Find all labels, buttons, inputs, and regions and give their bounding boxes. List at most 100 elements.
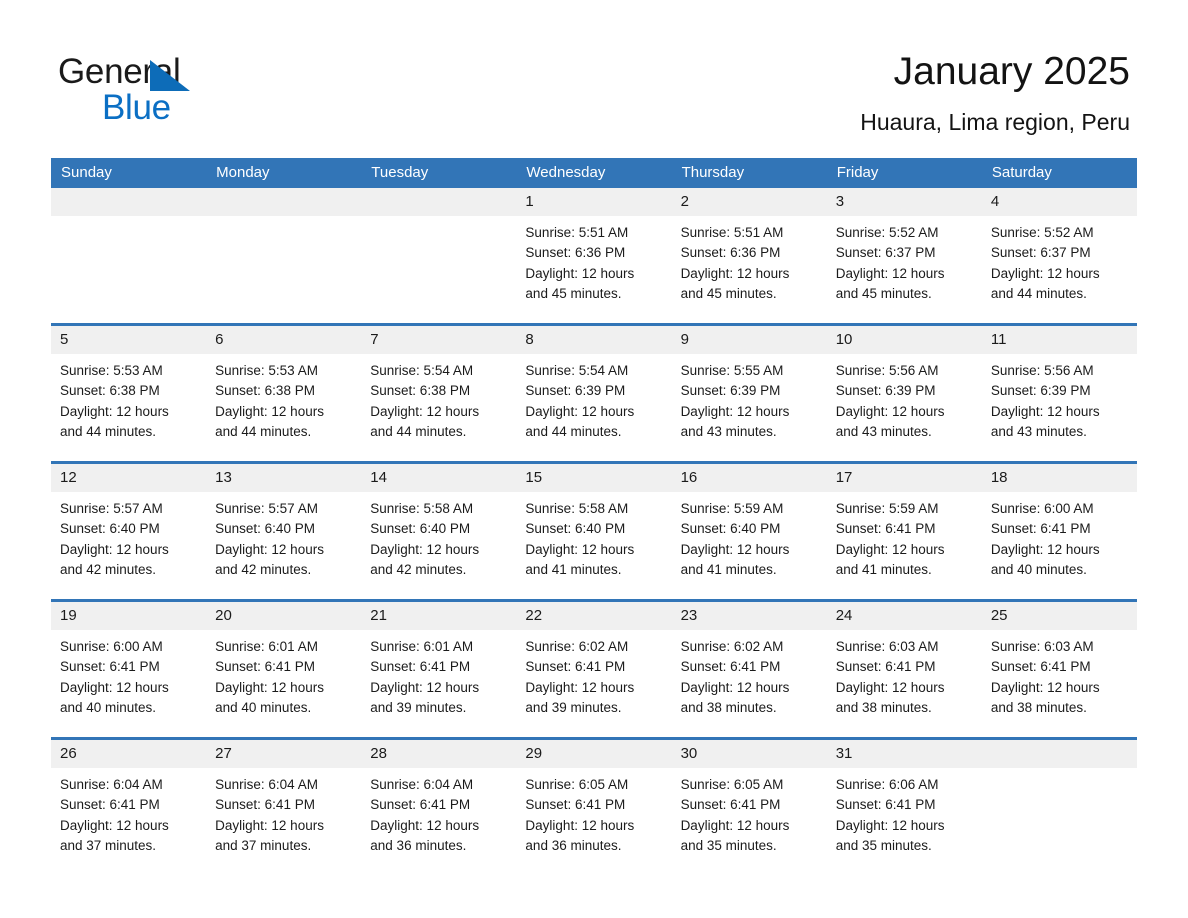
day-detail-line: Sunrise: 5:53 AM	[215, 363, 318, 378]
day-detail-line: Daylight: 12 hours	[680, 679, 790, 695]
weekday-header-sunday: Sunday	[61, 164, 112, 181]
day-cell[interactable]: 1 Sunrise: 5:51 AM Sunset: 6:36 PM Daylight…	[516, 188, 672, 315]
day-detail-line: Sunset: 6:39 PM	[990, 383, 1091, 399]
day-cell[interactable]: 21 Sunrise: 6:01 AM Sunset: 6:41 PM Dayligh…	[361, 602, 517, 729]
day-detail-line: Sunset: 6:36 PM	[680, 245, 781, 261]
day-cell[interactable]: 30 Sunrise: 6:05 AM Sunset: 6:41 PM Dayligh…	[671, 740, 827, 867]
day-detail-line: and 39 minutes.	[525, 699, 622, 715]
day-cell[interactable]: 29 Sunrise: 6:05 AM Sunset: 6:41 PM Dayligh…	[516, 740, 672, 867]
day-cell[interactable]: 11 Sunrise: 5:56 AM Sunset: 6:39 PM Dayligh…	[981, 326, 1137, 453]
day-number: 24	[826, 602, 982, 630]
day-number: 4	[981, 188, 1137, 216]
day-detail-line: Sunset: 6:40 PM	[370, 521, 471, 537]
day-number: 29	[516, 740, 672, 768]
day-details: Sunrise: 5:54 AM Sunset: 6:38 PM Daylight:…	[361, 354, 516, 442]
day-number: 12	[51, 464, 207, 492]
weekday-header-saturday: Saturday	[991, 164, 1052, 181]
day-cell[interactable]: 7 Sunrise: 5:54 AM Sunset: 6:38 PM Daylight…	[361, 326, 517, 453]
day-cell[interactable]: 10 Sunrise: 5:56 AM Sunset: 6:39 PM Dayligh…	[826, 326, 982, 453]
day-detail-line: Sunset: 6:41 PM	[990, 659, 1091, 675]
day-detail-line: Sunrise: 6:00 AM	[990, 501, 1094, 516]
generalblue-logo[interactable]: General Blue	[58, 52, 258, 130]
day-details: Sunrise: 6:00 AM Sunset: 6:41 PM Daylight:…	[51, 630, 206, 718]
day-cell[interactable]: 16 Sunrise: 5:59 AM Sunset: 6:40 PM Dayligh…	[671, 464, 827, 591]
day-number: 19	[51, 602, 207, 630]
day-detail-line: Daylight: 12 hours	[370, 679, 480, 695]
day-cell[interactable]: 13 Sunrise: 5:57 AM Sunset: 6:40 PM Dayligh…	[206, 464, 362, 591]
day-detail-line: Sunrise: 5:55 AM	[680, 363, 784, 378]
weekday-header-tuesday: Tuesday	[371, 164, 429, 181]
day-detail-line: Sunset: 6:41 PM	[680, 659, 781, 675]
day-details: Sunrise: 6:04 AM Sunset: 6:41 PM Daylight:…	[361, 768, 516, 856]
day-cell[interactable]: 20 Sunrise: 6:01 AM Sunset: 6:41 PM Dayligh…	[206, 602, 362, 729]
day-detail-line: Sunset: 6:40 PM	[215, 521, 315, 537]
day-cell[interactable]: 5 Sunrise: 5:53 AM Sunset: 6:38 PM Daylight…	[51, 326, 207, 453]
day-cell[interactable]: 18 Sunrise: 6:00 AM Sunset: 6:41 PM Dayligh…	[981, 464, 1137, 591]
day-cell[interactable]: 6 Sunrise: 5:53 AM Sunset: 6:38 PM Daylight…	[206, 326, 362, 453]
day-detail-line: Daylight: 12 hours	[60, 679, 169, 695]
day-details: Sunrise: 6:05 AM Sunset: 6:41 PM Daylight:…	[516, 768, 671, 856]
day-cell[interactable]: 17 Sunrise: 5:59 AM Sunset: 6:41 PM Dayligh…	[826, 464, 982, 591]
day-cell[interactable]: 27 Sunrise: 6:04 AM Sunset: 6:41 PM Dayligh…	[206, 740, 362, 867]
day-cell[interactable]: 3 Sunrise: 5:52 AM Sunset: 6:37 PM Daylight…	[826, 188, 982, 315]
day-cell[interactable]: 28 Sunrise: 6:04 AM Sunset: 6:41 PM Dayligh…	[361, 740, 517, 867]
day-number: 6	[206, 326, 362, 354]
day-details: Sunrise: 6:06 AM Sunset: 6:41 PM Daylight:…	[827, 768, 982, 856]
day-cell[interactable]: 15 Sunrise: 5:58 AM Sunset: 6:40 PM Dayligh…	[516, 464, 672, 591]
day-number: 8	[516, 326, 672, 354]
day-detail-line: Daylight: 12 hours	[370, 817, 480, 833]
day-details	[982, 768, 1137, 775]
day-detail-line: and 45 minutes.	[835, 285, 932, 301]
day-details: Sunrise: 6:02 AM Sunset: 6:41 PM Daylight:…	[672, 630, 827, 718]
day-cell[interactable]: 12 Sunrise: 5:57 AM Sunset: 6:40 PM Dayligh…	[51, 464, 207, 591]
day-detail-line: and 45 minutes.	[525, 285, 622, 301]
day-detail-line: Sunrise: 6:03 AM	[990, 639, 1094, 654]
day-cell[interactable]: 24 Sunrise: 6:03 AM Sunset: 6:41 PM Dayligh…	[826, 602, 982, 729]
day-cell[interactable]: 19 Sunrise: 6:00 AM Sunset: 6:41 PM Dayligh…	[51, 602, 207, 729]
day-detail-line: Daylight: 12 hours	[525, 403, 635, 419]
day-detail-line: Daylight: 12 hours	[680, 265, 790, 281]
day-details: Sunrise: 5:51 AM Sunset: 6:36 PM Daylight:…	[672, 216, 827, 304]
day-detail-line: Sunset: 6:41 PM	[525, 797, 626, 813]
day-cell[interactable]: 26 Sunrise: 6:04 AM Sunset: 6:41 PM Dayligh…	[51, 740, 207, 867]
day-cell[interactable]: 25 Sunrise: 6:03 AM Sunset: 6:41 PM Dayligh…	[981, 602, 1137, 729]
weekday-header-wednesday: Wednesday	[526, 164, 606, 181]
day-number: 22	[516, 602, 672, 630]
day-detail-line: Sunset: 6:41 PM	[370, 797, 471, 813]
day-cell[interactable]: 31 Sunrise: 6:06 AM Sunset: 6:41 PM Dayligh…	[826, 740, 982, 867]
day-detail-line: Sunset: 6:41 PM	[60, 659, 160, 675]
day-detail-line: Sunrise: 6:04 AM	[60, 777, 163, 792]
day-detail-line: Daylight: 12 hours	[680, 817, 790, 833]
day-detail-line: Daylight: 12 hours	[835, 541, 945, 557]
day-number	[206, 188, 362, 216]
week-cells: 19 Sunrise: 6:00 AM Sunset: 6:41 PM Dayligh…	[51, 602, 1137, 729]
day-details: Sunrise: 5:53 AM Sunset: 6:38 PM Daylight:…	[206, 354, 361, 442]
day-cell[interactable]: 23 Sunrise: 6:02 AM Sunset: 6:41 PM Dayligh…	[671, 602, 827, 729]
day-details: Sunrise: 6:04 AM Sunset: 6:41 PM Daylight:…	[51, 768, 206, 856]
day-detail-line: Sunrise: 5:53 AM	[60, 363, 163, 378]
day-detail-line: and 42 minutes.	[370, 561, 467, 577]
day-detail-line: Sunset: 6:40 PM	[525, 521, 626, 537]
day-number: 21	[361, 602, 517, 630]
day-cell[interactable]: 4 Sunrise: 5:52 AM Sunset: 6:37 PM Daylight…	[981, 188, 1137, 315]
day-cell[interactable]: 2 Sunrise: 5:51 AM Sunset: 6:36 PM Daylight…	[671, 188, 827, 315]
day-detail-line: Daylight: 12 hours	[525, 265, 635, 281]
day-cell[interactable]: 22 Sunrise: 6:02 AM Sunset: 6:41 PM Dayligh…	[516, 602, 672, 729]
day-details: Sunrise: 5:59 AM Sunset: 6:40 PM Daylight:…	[672, 492, 827, 580]
day-detail-line: Daylight: 12 hours	[835, 679, 945, 695]
day-detail-line: and 40 minutes.	[60, 699, 157, 715]
day-number: 2	[671, 188, 827, 216]
day-cell[interactable]: 8 Sunrise: 5:54 AM Sunset: 6:39 PM Daylight…	[516, 326, 672, 453]
day-detail-line: Sunrise: 6:01 AM	[215, 639, 318, 654]
day-detail-line: and 44 minutes.	[370, 423, 467, 439]
day-cell[interactable]: 14 Sunrise: 5:58 AM Sunset: 6:40 PM Dayligh…	[361, 464, 517, 591]
calendar-week-row: 1 Sunrise: 5:51 AM Sunset: 6:36 PM Daylight…	[51, 188, 1137, 315]
day-number	[51, 188, 207, 216]
day-cell[interactable]: 9 Sunrise: 5:55 AM Sunset: 6:39 PM Daylight…	[671, 326, 827, 453]
day-detail-line: Daylight: 12 hours	[60, 541, 169, 557]
day-detail-line: Daylight: 12 hours	[525, 679, 635, 695]
day-details: Sunrise: 5:52 AM Sunset: 6:37 PM Daylight:…	[982, 216, 1137, 304]
day-details: Sunrise: 5:59 AM Sunset: 6:41 PM Daylight:…	[827, 492, 982, 580]
day-detail-line: Daylight: 12 hours	[60, 817, 169, 833]
day-details: Sunrise: 6:01 AM Sunset: 6:41 PM Daylight:…	[361, 630, 516, 718]
